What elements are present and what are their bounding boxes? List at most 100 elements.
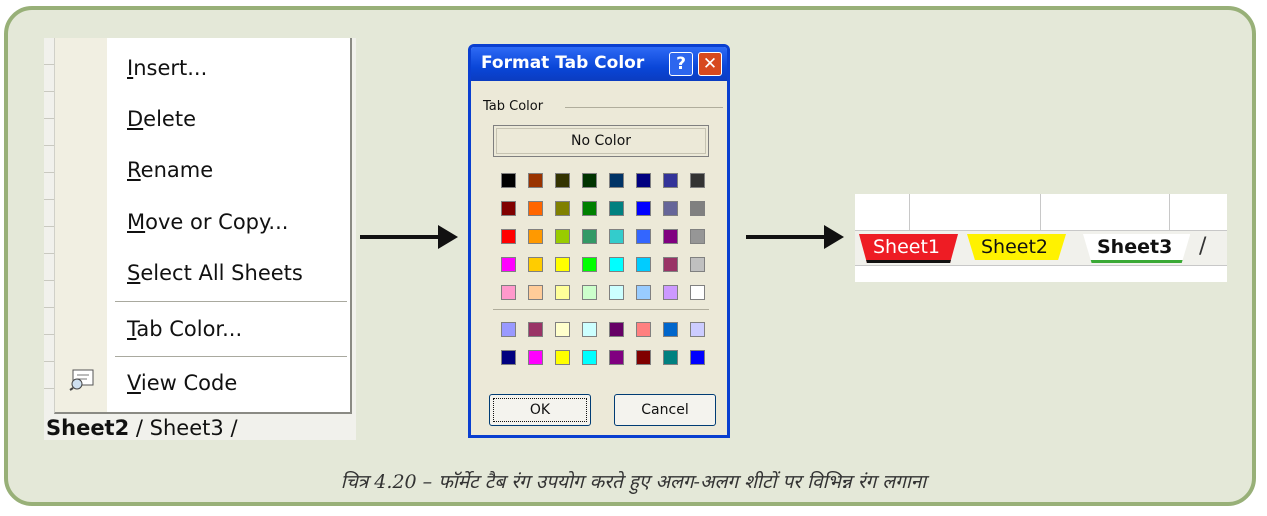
tab-divider: / xyxy=(230,416,238,440)
menu-item-move-or-copy[interactable]: Move or Copy... xyxy=(127,210,288,234)
extra-color-swatch[interactable] xyxy=(663,350,678,365)
color-swatch[interactable] xyxy=(609,201,624,216)
color-swatch[interactable] xyxy=(582,285,597,300)
extra-color-swatch[interactable] xyxy=(609,322,624,337)
color-swatch[interactable] xyxy=(609,173,624,188)
menu-item-view-code[interactable]: View Code xyxy=(127,371,237,395)
sheet-tab-sheet2[interactable]: Sheet2 xyxy=(46,416,129,440)
menu-item-insert[interactable]: Insert... xyxy=(127,56,207,80)
sheet-grid-row xyxy=(855,194,1227,231)
group-divider xyxy=(565,107,723,108)
color-swatch[interactable] xyxy=(555,201,570,216)
figure-caption: चित्र 4.20 – फॉर्मेट टैब रंग उपयोग करते … xyxy=(340,471,927,493)
color-swatch[interactable] xyxy=(582,173,597,188)
color-swatch[interactable] xyxy=(690,173,705,188)
color-swatch[interactable] xyxy=(609,229,624,244)
color-swatch[interactable] xyxy=(528,173,543,188)
extra-color-swatch[interactable] xyxy=(528,350,543,365)
extra-color-swatch[interactable] xyxy=(609,350,624,365)
extra-color-swatch[interactable] xyxy=(636,322,651,337)
grid-line xyxy=(1040,194,1041,230)
color-swatch[interactable] xyxy=(690,257,705,272)
sheet-tab-sheet2[interactable]: Sheet2 xyxy=(967,234,1067,260)
color-swatch[interactable] xyxy=(582,257,597,272)
extra-color-swatch[interactable] xyxy=(690,322,705,337)
sheet-grid-edge xyxy=(44,38,54,408)
extra-color-swatch[interactable] xyxy=(528,322,543,337)
color-swatch[interactable] xyxy=(636,257,651,272)
extra-color-swatch[interactable] xyxy=(582,350,597,365)
color-swatch[interactable] xyxy=(663,285,678,300)
menu-separator xyxy=(115,301,347,302)
color-swatch[interactable] xyxy=(636,285,651,300)
arrow-right-icon xyxy=(360,225,458,249)
context-menu: Insert... Delete Rename Move or Copy... … xyxy=(54,38,352,414)
color-swatch[interactable] xyxy=(501,285,516,300)
color-swatch[interactable] xyxy=(555,285,570,300)
extra-color-swatch[interactable] xyxy=(501,322,516,337)
arrow-right-icon xyxy=(746,225,844,249)
context-menu-panel: Insert... Delete Rename Move or Copy... … xyxy=(44,38,356,440)
color-swatch[interactable] xyxy=(636,229,651,244)
color-swatch[interactable] xyxy=(501,173,516,188)
color-swatch[interactable] xyxy=(609,285,624,300)
menu-item-rename[interactable]: Rename xyxy=(127,158,213,182)
extra-color-swatch[interactable] xyxy=(690,350,705,365)
color-swatch[interactable] xyxy=(582,201,597,216)
close-button[interactable]: ✕ xyxy=(698,52,722,76)
menu-item-tab-color[interactable]: Tab Color... xyxy=(127,317,242,341)
menu-icon-stripe xyxy=(55,38,107,412)
extra-color-swatch[interactable] xyxy=(582,322,597,337)
color-swatch[interactable] xyxy=(501,257,516,272)
format-tab-color-dialog: Format Tab Color ? ✕ Tab Color No Color … xyxy=(468,44,730,438)
color-swatch[interactable] xyxy=(555,229,570,244)
color-swatch[interactable] xyxy=(663,173,678,188)
no-color-label: No Color xyxy=(496,128,706,154)
grid-line xyxy=(1169,194,1170,230)
color-swatch[interactable] xyxy=(663,257,678,272)
view-code-icon xyxy=(69,369,94,391)
color-swatch[interactable] xyxy=(555,173,570,188)
extra-color-swatch[interactable] xyxy=(636,350,651,365)
menu-separator xyxy=(115,356,347,357)
color-swatch[interactable] xyxy=(636,201,651,216)
color-swatch[interactable] xyxy=(528,257,543,272)
dialog-title: Format Tab Color xyxy=(481,53,645,73)
color-swatch[interactable] xyxy=(582,229,597,244)
help-button[interactable]: ? xyxy=(669,52,693,76)
cancel-button[interactable]: Cancel xyxy=(614,394,716,426)
color-swatch[interactable] xyxy=(690,285,705,300)
tab-strip: Sheet1 Sheet2 Sheet3 xyxy=(855,231,1227,266)
color-swatch[interactable] xyxy=(501,229,516,244)
palette-separator xyxy=(493,309,709,310)
sheet-tabs-before: Sheet2 / Sheet3 / xyxy=(46,416,238,440)
color-swatch[interactable] xyxy=(528,229,543,244)
extra-color-swatch[interactable] xyxy=(555,350,570,365)
color-swatch[interactable] xyxy=(528,201,543,216)
color-swatch[interactable] xyxy=(663,229,678,244)
extra-color-swatch[interactable] xyxy=(501,350,516,365)
menu-item-delete[interactable]: Delete xyxy=(127,107,196,131)
color-swatch[interactable] xyxy=(690,201,705,216)
tab-color-group-label: Tab Color xyxy=(483,99,544,114)
no-color-button[interactable]: No Color xyxy=(493,125,709,157)
extra-color-swatch[interactable] xyxy=(555,322,570,337)
color-swatch[interactable] xyxy=(609,257,624,272)
color-swatch[interactable] xyxy=(555,257,570,272)
sheet-tab-sheet1[interactable]: Sheet1 xyxy=(859,234,959,263)
dialog-titlebar[interactable]: Format Tab Color ? ✕ xyxy=(471,47,727,81)
color-swatch[interactable] xyxy=(501,201,516,216)
color-swatch[interactable] xyxy=(663,201,678,216)
color-swatch[interactable] xyxy=(636,173,651,188)
grid-line xyxy=(909,194,910,230)
extra-color-swatch[interactable] xyxy=(663,322,678,337)
tab-divider: / xyxy=(135,416,143,440)
color-swatch[interactable] xyxy=(690,229,705,244)
menu-item-select-all-sheets[interactable]: Select All Sheets xyxy=(127,261,303,285)
tab-divider: / xyxy=(1199,234,1207,259)
result-sheet-tabs: Sheet1 Sheet2 Sheet3 / xyxy=(855,194,1227,282)
ok-button[interactable]: OK xyxy=(489,394,591,426)
color-swatch[interactable] xyxy=(528,285,543,300)
sheet-tab-sheet3[interactable]: Sheet3 xyxy=(150,416,224,440)
sheet-tab-sheet3[interactable]: Sheet3 xyxy=(1083,234,1191,263)
